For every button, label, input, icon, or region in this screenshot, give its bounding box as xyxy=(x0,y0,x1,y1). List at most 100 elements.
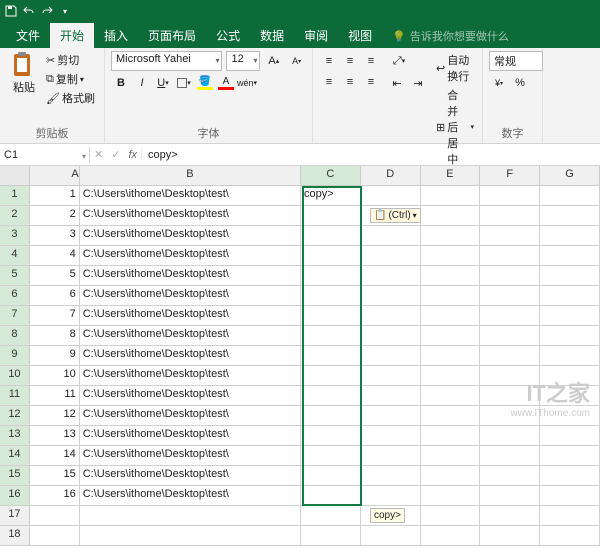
cell[interactable] xyxy=(80,526,301,545)
underline-button[interactable]: U▾ xyxy=(153,73,173,93)
cell[interactable] xyxy=(361,446,421,465)
cell[interactable]: C:\Users\ithome\Desktop\test\ xyxy=(80,186,301,205)
cell[interactable] xyxy=(480,466,540,485)
cell[interactable] xyxy=(540,266,600,285)
cell[interactable] xyxy=(480,506,540,525)
cell[interactable] xyxy=(540,486,600,505)
cell[interactable] xyxy=(480,406,540,425)
cell[interactable] xyxy=(361,186,421,205)
row-header[interactable]: 16 xyxy=(0,486,30,505)
cell[interactable] xyxy=(540,426,600,445)
cell[interactable]: 16 xyxy=(30,486,80,505)
cell[interactable]: C:\Users\ithome\Desktop\test\ xyxy=(80,366,301,385)
align-left-icon[interactable]: ≡ xyxy=(319,72,339,92)
align-right-icon[interactable]: ≡ xyxy=(361,72,381,92)
cell[interactable] xyxy=(540,226,600,245)
cell[interactable]: 15 xyxy=(30,466,80,485)
row-header[interactable]: 6 xyxy=(0,286,30,305)
cell[interactable]: 11 xyxy=(30,386,80,405)
cell[interactable] xyxy=(301,246,361,265)
fx-icon[interactable]: fx xyxy=(124,149,142,161)
cell[interactable]: C:\Users\ithome\Desktop\test\ xyxy=(80,226,301,245)
font-color-button[interactable]: A xyxy=(216,73,236,93)
row-header[interactable]: 5 xyxy=(0,266,30,285)
cell[interactable] xyxy=(480,206,540,225)
cell[interactable] xyxy=(301,326,361,345)
cell[interactable] xyxy=(301,306,361,325)
tab-tellme[interactable]: 💡 告诉我你想要做什么 xyxy=(382,24,519,48)
cell[interactable] xyxy=(421,306,481,325)
cell[interactable]: C:\Users\ithome\Desktop\test\ xyxy=(80,486,301,505)
cell[interactable] xyxy=(421,466,481,485)
cell[interactable] xyxy=(421,266,481,285)
cell[interactable] xyxy=(540,386,600,405)
cell[interactable]: 9 xyxy=(30,346,80,365)
cell[interactable] xyxy=(301,346,361,365)
cell[interactable] xyxy=(540,186,600,205)
cell[interactable] xyxy=(540,286,600,305)
row-header[interactable]: 3 xyxy=(0,226,30,245)
cell[interactable] xyxy=(421,426,481,445)
cell[interactable] xyxy=(361,306,421,325)
cell[interactable]: 7 xyxy=(30,306,80,325)
cell[interactable] xyxy=(421,446,481,465)
cell[interactable] xyxy=(361,426,421,445)
cell[interactable] xyxy=(361,466,421,485)
row-header[interactable]: 7 xyxy=(0,306,30,325)
cell[interactable] xyxy=(80,506,301,525)
cell[interactable] xyxy=(540,526,600,545)
row-header[interactable]: 18 xyxy=(0,526,30,545)
cell[interactable]: C:\Users\ithome\Desktop\test\ xyxy=(80,326,301,345)
cell[interactable] xyxy=(540,466,600,485)
tab-review[interactable]: 审阅 xyxy=(294,23,338,48)
cell[interactable] xyxy=(421,326,481,345)
cell[interactable]: 12 xyxy=(30,406,80,425)
cell[interactable] xyxy=(421,286,481,305)
paste-options-button[interactable]: 📋 (Ctrl) ▾ xyxy=(370,208,421,223)
decrease-indent-icon[interactable]: ⇤ xyxy=(387,73,407,93)
cell[interactable]: 8 xyxy=(30,326,80,345)
cell[interactable] xyxy=(480,266,540,285)
cell[interactable]: C:\Users\ithome\Desktop\test\ xyxy=(80,406,301,425)
col-header-D[interactable]: D xyxy=(361,166,421,185)
cell[interactable]: 1 xyxy=(30,186,80,205)
cell[interactable] xyxy=(421,386,481,405)
cell[interactable] xyxy=(421,346,481,365)
cell[interactable] xyxy=(301,406,361,425)
cell[interactable] xyxy=(30,506,80,525)
cell[interactable] xyxy=(301,266,361,285)
cell[interactable]: 14 xyxy=(30,446,80,465)
cell[interactable] xyxy=(421,486,481,505)
cell[interactable]: C:\Users\ithome\Desktop\test\ xyxy=(80,266,301,285)
fill-color-button[interactable]: 🪣 xyxy=(195,73,215,93)
cell[interactable] xyxy=(361,486,421,505)
row-header[interactable]: 17 xyxy=(0,506,30,525)
row-header[interactable]: 2 xyxy=(0,206,30,225)
cell[interactable]: C:\Users\ithome\Desktop\test\ xyxy=(80,206,301,225)
cell[interactable] xyxy=(421,506,481,525)
tab-view[interactable]: 视图 xyxy=(338,23,382,48)
font-name-select[interactable]: Microsoft Yahei▾ xyxy=(111,51,222,71)
save-icon[interactable] xyxy=(4,4,18,18)
cell[interactable] xyxy=(540,506,600,525)
cell[interactable] xyxy=(480,386,540,405)
cut-button[interactable]: ✂剪切 xyxy=(44,51,97,69)
row-header[interactable]: 8 xyxy=(0,326,30,345)
cell[interactable] xyxy=(540,326,600,345)
cell[interactable] xyxy=(301,426,361,445)
tab-formulas[interactable]: 公式 xyxy=(206,23,250,48)
cell[interactable]: 3 xyxy=(30,226,80,245)
cell[interactable] xyxy=(361,326,421,345)
col-header-A[interactable]: A xyxy=(30,166,80,185)
cell[interactable]: 13 xyxy=(30,426,80,445)
cell[interactable] xyxy=(480,326,540,345)
row-header[interactable]: 4 xyxy=(0,246,30,265)
cell[interactable] xyxy=(361,286,421,305)
cell[interactable]: C:\Users\ithome\Desktop\test\ xyxy=(80,446,301,465)
row-header[interactable]: 10 xyxy=(0,366,30,385)
cell[interactable]: C:\Users\ithome\Desktop\test\ xyxy=(80,286,301,305)
currency-icon[interactable]: ¥▾ xyxy=(489,73,509,93)
decrease-font-icon[interactable]: A▾ xyxy=(287,51,306,71)
italic-button[interactable]: I xyxy=(132,73,152,93)
cell[interactable] xyxy=(480,366,540,385)
